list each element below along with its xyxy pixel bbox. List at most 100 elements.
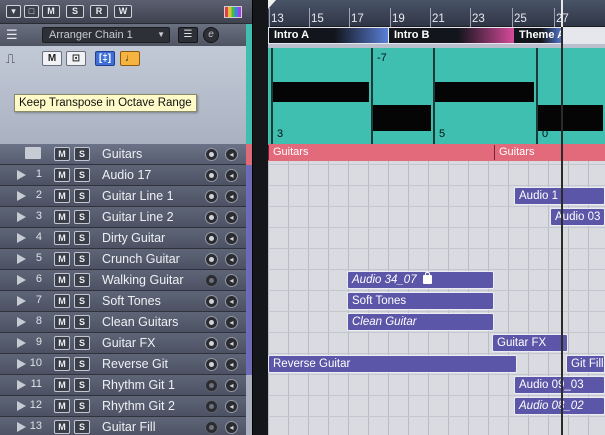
mute-button[interactable]: M bbox=[54, 357, 70, 371]
monitor-speaker-icon[interactable]: ◂ bbox=[225, 253, 238, 266]
audio-track[interactable]: 13 M S Guitar Fill ◂ bbox=[0, 417, 262, 435]
monitor-speaker-icon[interactable]: ◂ bbox=[225, 211, 238, 224]
track-name[interactable]: Soft Tones bbox=[102, 294, 161, 308]
mute-button[interactable]: M bbox=[54, 420, 70, 434]
audio-track[interactable]: 6 M S Walking Guitar ◂ bbox=[0, 270, 262, 291]
audio-track[interactable]: 11 M S Rhythm Git 1 ◂ bbox=[0, 375, 262, 396]
record-enable-button[interactable] bbox=[205, 337, 218, 350]
record-enable-button[interactable] bbox=[205, 379, 218, 392]
record-enable-button[interactable] bbox=[205, 274, 218, 287]
project-cursor-handle[interactable] bbox=[561, 0, 563, 27]
track-name[interactable]: Audio 17 bbox=[102, 168, 151, 182]
arranger-event[interactable]: Intro B bbox=[389, 28, 514, 43]
solo-button[interactable]: S bbox=[74, 315, 90, 329]
audio-event[interactable]: Audio 08_02 bbox=[514, 397, 605, 415]
mute-button[interactable]: M bbox=[54, 399, 70, 413]
note-icon[interactable]: ♩ bbox=[120, 51, 140, 66]
mute-button[interactable]: M bbox=[54, 168, 70, 182]
expand-track-icon[interactable] bbox=[17, 296, 26, 306]
global-read-button[interactable]: R bbox=[90, 5, 108, 18]
record-enable-button[interactable] bbox=[205, 232, 218, 245]
monitor-speaker-icon[interactable]: ◂ bbox=[225, 421, 238, 434]
monitor-speaker-icon[interactable]: ◂ bbox=[225, 232, 238, 245]
track-name[interactable]: Rhythm Git 1 bbox=[102, 378, 175, 392]
arranger-chain-select[interactable]: Arranger Chain 1 ▼ bbox=[42, 27, 170, 43]
transpose-event[interactable]: 0 bbox=[536, 48, 605, 144]
track-name[interactable]: Guitar Fill bbox=[102, 420, 155, 434]
keep-transpose-octave-button[interactable]: [‡] bbox=[95, 51, 115, 66]
solo-button[interactable]: S bbox=[74, 336, 90, 350]
record-enable-button[interactable] bbox=[205, 190, 218, 203]
folder-track[interactable]: M S Guitars ◂ bbox=[0, 144, 262, 165]
track-name[interactable]: Crunch Guitar bbox=[102, 252, 180, 266]
project-cursor[interactable] bbox=[561, 27, 563, 435]
audio-track[interactable]: 1 M S Audio 17 ◂ bbox=[0, 165, 262, 186]
mute-button[interactable]: M bbox=[54, 273, 70, 287]
audio-event[interactable]: Git Fill bbox=[566, 355, 605, 373]
track-name[interactable]: Dirty Guitar bbox=[102, 231, 165, 245]
mute-button[interactable]: M bbox=[54, 252, 70, 266]
record-enable-button[interactable] bbox=[205, 400, 218, 413]
expand-track-icon[interactable] bbox=[17, 191, 26, 201]
solo-button[interactable]: S bbox=[74, 399, 90, 413]
panel-divider[interactable] bbox=[252, 0, 268, 435]
record-enable-button[interactable] bbox=[205, 253, 218, 266]
folder-icon[interactable] bbox=[25, 147, 41, 159]
arranger-edit-list-button[interactable]: ☰ bbox=[178, 27, 198, 43]
monitor-speaker-icon[interactable]: ◂ bbox=[225, 400, 238, 413]
audio-track[interactable]: 12 M S Rhythm Git 2 ◂ bbox=[0, 396, 262, 417]
solo-button[interactable]: S bbox=[74, 231, 90, 245]
expand-track-icon[interactable] bbox=[17, 254, 26, 264]
audio-track[interactable]: 4 M S Dirty Guitar ◂ bbox=[0, 228, 262, 249]
mute-button[interactable]: M bbox=[54, 210, 70, 224]
audio-track[interactable]: 10 M S Reverse Git ◂ bbox=[0, 354, 262, 375]
track-view-button[interactable]: □ bbox=[24, 5, 39, 18]
expand-track-icon[interactable] bbox=[17, 317, 26, 327]
mute-button[interactable]: M bbox=[54, 294, 70, 308]
track-name[interactable]: Walking Guitar bbox=[102, 273, 184, 287]
audio-track[interactable]: 8 M S Clean Guitars ◂ bbox=[0, 312, 262, 333]
audio-event[interactable]: Audio 1 bbox=[514, 187, 605, 205]
record-enable-button[interactable] bbox=[205, 169, 218, 182]
solo-button[interactable]: S bbox=[74, 294, 90, 308]
arranger-event[interactable]: Theme A bbox=[514, 28, 563, 43]
audio-track[interactable]: 5 M S Crunch Guitar ◂ bbox=[0, 249, 262, 270]
record-enable-button[interactable] bbox=[205, 421, 218, 434]
solo-button[interactable]: S bbox=[74, 147, 90, 161]
record-enable-button[interactable] bbox=[205, 358, 218, 371]
expand-track-icon[interactable] bbox=[17, 275, 26, 285]
mute-button[interactable]: M bbox=[54, 336, 70, 350]
solo-button[interactable]: S bbox=[74, 252, 90, 266]
expand-track-icon[interactable] bbox=[17, 359, 26, 369]
solo-button[interactable]: S bbox=[74, 189, 90, 203]
track-name[interactable]: Guitar FX bbox=[102, 336, 156, 350]
track-color-menu-icon[interactable] bbox=[224, 6, 242, 18]
monitor-speaker-icon[interactable]: ◂ bbox=[225, 148, 238, 161]
record-enable-button[interactable] bbox=[205, 148, 218, 161]
monitor-speaker-icon[interactable]: ◂ bbox=[225, 190, 238, 203]
solo-button[interactable]: S bbox=[74, 420, 90, 434]
mute-button[interactable]: M bbox=[54, 231, 70, 245]
global-solo-button[interactable]: S bbox=[66, 5, 84, 18]
solo-button[interactable]: S bbox=[74, 168, 90, 182]
record-enable-button[interactable] bbox=[205, 211, 218, 224]
global-write-button[interactable]: W bbox=[114, 5, 132, 18]
track-name[interactable]: Guitar Line 2 bbox=[102, 210, 174, 224]
mute-button[interactable]: M bbox=[54, 189, 70, 203]
folder-part[interactable]: Guitars bbox=[494, 145, 605, 160]
audio-event[interactable]: Audio 03 bbox=[550, 208, 605, 226]
monitor-speaker-icon[interactable]: ◂ bbox=[225, 169, 238, 182]
transpose-lock-icon[interactable]: ⊡ bbox=[66, 51, 86, 66]
expand-track-icon[interactable] bbox=[17, 422, 26, 432]
folder-part[interactable]: Guitars bbox=[268, 145, 494, 160]
transpose-mute-button[interactable]: M bbox=[42, 51, 62, 66]
track-name[interactable]: Reverse Git bbox=[102, 357, 168, 371]
audio-event[interactable]: Audio 34_07 bbox=[347, 271, 494, 289]
audio-event[interactable]: Soft Tones bbox=[347, 292, 494, 310]
mute-button[interactable]: M bbox=[54, 315, 70, 329]
solo-button[interactable]: S bbox=[74, 210, 90, 224]
audio-event[interactable]: Reverse Guitar bbox=[268, 355, 517, 373]
audio-event[interactable]: Guitar FX bbox=[492, 334, 568, 352]
transpose-event[interactable]: -7 bbox=[371, 48, 433, 144]
audio-track[interactable]: 7 M S Soft Tones ◂ bbox=[0, 291, 262, 312]
